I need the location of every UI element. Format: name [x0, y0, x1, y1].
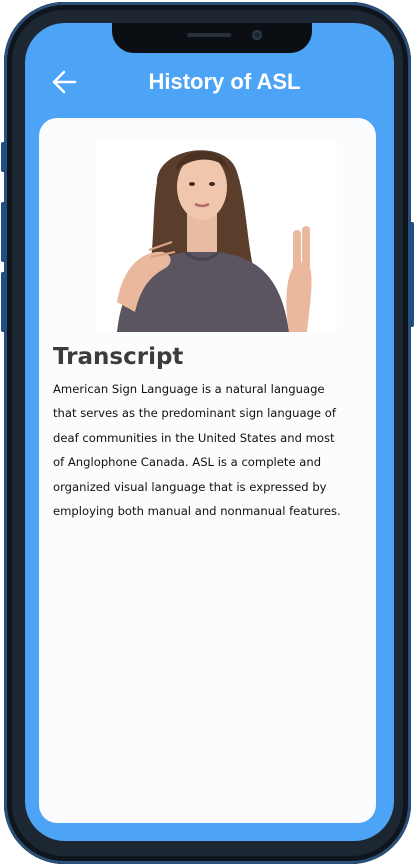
- transcript-heading: Transcript: [53, 344, 184, 370]
- speaker-grill: [187, 33, 231, 37]
- side-button-right: [409, 222, 414, 327]
- back-button[interactable]: [47, 65, 81, 99]
- phone-frame: History of ASL Transcript American Sign …: [1, 2, 414, 864]
- transcript-text: American Sign Language is a natural lang…: [53, 382, 341, 519]
- screen: History of ASL Transcript American Sign …: [25, 23, 394, 841]
- side-button-left-1: [1, 142, 6, 172]
- page-title: History of ASL: [148, 69, 301, 94]
- signer-image: [97, 142, 337, 332]
- side-button-left-2: [1, 202, 6, 262]
- side-button-left-3: [1, 272, 6, 332]
- front-camera: [252, 30, 262, 40]
- content-card: Transcript American Sign Language is a n…: [39, 118, 376, 823]
- notch: [112, 23, 312, 53]
- app-header: History of ASL: [25, 63, 394, 103]
- arrow-left-icon: [52, 70, 77, 94]
